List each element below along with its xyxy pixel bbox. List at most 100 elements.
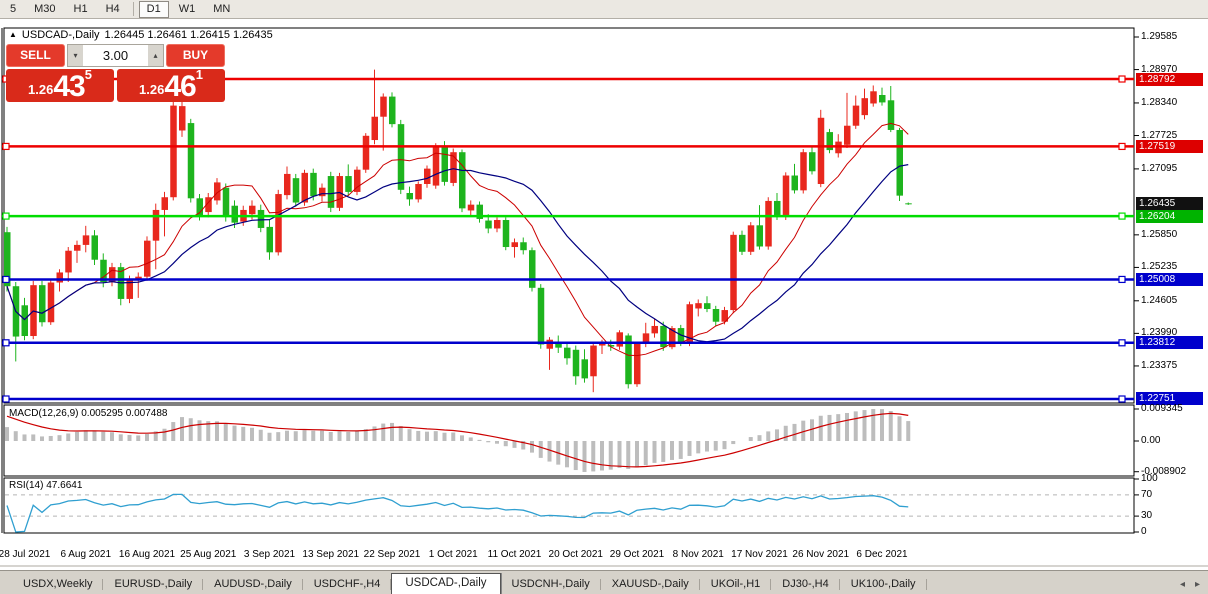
level-price-badge: 1.28792 [1136,72,1203,86]
hline-handle[interactable] [2,142,10,151]
candle [65,250,72,273]
current-price-badge: 1.26435 [1136,197,1203,211]
tab-scroll-right-icon[interactable]: ▸ [1195,579,1200,590]
bid-price-box[interactable]: 1.26 43 5 [6,67,114,102]
hline-handle[interactable] [2,212,10,220]
price-axis-tick: 1.28340 [1141,96,1178,108]
hline-handle[interactable] [2,275,10,284]
date-axis-label: 25 Aug 2021 [180,549,237,560]
candle [546,339,553,349]
rsi-pane [3,477,1135,534]
hline-handle[interactable] [1118,142,1126,151]
tab-scroll-left-icon[interactable]: ◂ [1180,579,1185,590]
candle [161,197,168,210]
buy-button[interactable]: BUY [166,44,225,67]
candle [651,325,658,334]
candle [266,226,273,253]
candle [572,349,580,377]
candle [511,242,518,248]
date-axis-label: 17 Nov 2021 [731,549,788,560]
candle [494,220,501,229]
date-axis-label: 11 Oct 2021 [487,549,542,560]
candle [529,250,536,288]
level-price-badge: 1.23812 [1136,336,1203,350]
hline-handle[interactable] [1118,339,1126,347]
tab-eurusd-daily[interactable]: EURUSD-,Daily [103,575,203,594]
volume-decrease-icon[interactable]: ▾ [68,45,83,66]
volume-input[interactable]: 3.00 [83,45,148,66]
candle [126,278,133,299]
chart-tab-bar: USDX,Weekly EURUSD-,Daily AUDUSD-,Daily USD… [0,570,1208,594]
candle [791,175,798,191]
candle [887,100,895,130]
tab-usdcad-daily[interactable]: USDCAD-,Daily [391,573,501,594]
hline-handle[interactable] [1118,395,1126,403]
candle [870,91,877,104]
candle [380,96,387,117]
price-axis-tick: 1.23375 [1141,359,1178,371]
candle [537,287,545,345]
collapse-panel-icon[interactable]: ▲ [9,31,17,39]
date-axis-label: 13 Sep 2021 [302,549,360,560]
candle [56,272,63,283]
hline-handle[interactable] [2,339,10,347]
candle [336,176,343,208]
candle [905,203,912,205]
one-click-trade-panel: SELL ▾ 3.00 ▴ BUY 1.26 43 5 1.26 46 1 [6,44,225,102]
price-axis-tick: 1.24605 [1141,294,1178,306]
hline-handle[interactable] [1118,212,1126,220]
candle [292,178,300,203]
candle [371,116,378,141]
chart-symbol-label: USDCAD-,Daily [21,29,100,41]
candle [634,343,641,385]
candle [730,234,737,311]
candle [39,285,46,323]
candle [782,175,790,217]
sell-button[interactable]: SELL [6,44,65,67]
volume-increase-icon[interactable]: ▴ [148,45,163,66]
candle [774,200,781,217]
tab-xauusd-daily[interactable]: XAUUSD-,Daily [601,575,700,594]
ask-big-digits: 46 [164,70,196,103]
candle [82,235,90,245]
date-axis-label: 3 Sep 2021 [243,549,296,560]
tab-usdx-weekly[interactable]: USDX,Weekly [12,575,104,594]
price-axis-tick: 1.29585 [1141,31,1178,42]
tab-usdchf-h4[interactable]: USDCHF-,H4 [303,575,392,594]
candle [415,183,422,200]
candle [74,244,81,251]
hline-handle[interactable] [1118,275,1126,284]
price-axis-tick: 1.27095 [1141,162,1178,174]
candle [249,205,256,215]
candle [345,176,352,192]
candle [231,205,238,223]
date-axis-label: 28 Jul 2021 [0,549,51,560]
ask-price-box[interactable]: 1.26 46 1 [117,67,225,103]
hline-handle[interactable] [1118,75,1126,83]
rsi-axis-tick: 100 [1141,473,1158,484]
candle [704,303,711,310]
tab-usdcnh-daily[interactable]: USDCNH-,Daily [501,575,601,594]
candle [747,225,755,252]
tab-uk100-daily[interactable]: UK100-,Daily [840,575,927,594]
hline-handle[interactable] [2,395,10,403]
tab-audusd-daily[interactable]: AUDUSD-,Daily [203,575,303,594]
date-axis-label: 8 Nov 2021 [672,549,724,560]
candle [581,359,588,379]
price-axis-tick: 1.25235 [1141,261,1178,273]
tab-ukoil-h1[interactable]: UKOil-,H1 [700,575,772,594]
candle [520,242,527,251]
candle [861,98,868,116]
rsi-axis-tick: 0 [1141,526,1147,537]
rsi-axis-tick: 30 [1141,510,1153,522]
candle [852,105,860,126]
price-axis-tick: 1.25850 [1141,228,1178,240]
candle [879,95,886,103]
bid-pip-digit: 5 [84,67,92,82]
ask-pip-digit: 1 [195,67,203,82]
candle [222,187,230,217]
candle [424,168,431,184]
tab-dj30-h4[interactable]: DJ30-,H4 [771,575,841,594]
candle [441,146,448,182]
candle [896,129,903,196]
